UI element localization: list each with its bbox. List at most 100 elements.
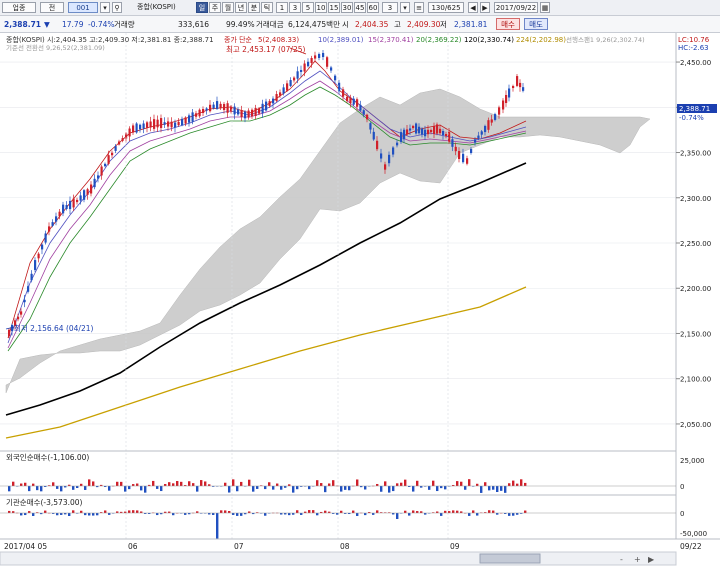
zoom-in-icon[interactable]: + [634,555,641,564]
minute-step-60[interactable]: 60 [367,2,379,13]
foreign-bar [468,479,471,486]
market-type-combo[interactable]: 업종 [2,2,36,13]
candle-body [181,118,184,126]
foreign-bar [428,486,431,490]
ohlc-legend: 종합(KOSPI) 시:2,404.35 고:2,409.30 저:2,381.… [6,35,214,44]
candle-body [424,129,427,137]
candle-body [303,63,306,72]
candle-body [512,85,515,89]
candle-body [369,123,372,130]
foreign-bar [12,481,15,486]
candle-body [409,128,412,131]
inst-bar [104,510,107,513]
candle-body [322,52,325,58]
inst-bar [240,513,243,516]
period-year-button[interactable]: 년 [235,2,247,13]
candle-body [314,55,317,59]
minute-step-custom[interactable]: 3 [382,2,398,13]
candle-body [160,118,163,128]
period-type-combo[interactable]: 전 [40,2,64,13]
period-minute-button[interactable]: 분 [248,2,260,13]
minute-step-1[interactable]: 1 [276,2,288,13]
candle-body [114,146,117,151]
options-icon[interactable]: ≡ [414,2,424,13]
candle-body [349,97,352,104]
foreign-bar [76,486,79,489]
minute-step-30[interactable]: 30 [341,2,353,13]
hc-indicator: HC:-2.63 [678,44,709,52]
count-display[interactable]: 130/625 [428,2,464,13]
chart-scroll-right-icon[interactable]: ▶ [648,555,655,564]
candle-body [261,103,264,114]
inst-bar [404,510,407,513]
foreign-bar [356,479,359,486]
calendar-icon[interactable]: ▦ [540,2,550,13]
candle-body [76,199,79,203]
buy-button[interactable]: 매수 [496,18,520,30]
inst-bar [364,513,367,516]
next-page-icon[interactable]: ▶ [480,2,490,13]
foreign-bar [200,480,203,486]
code-lookup-icon[interactable]: ⚲ [112,2,122,13]
foreign-bar [500,486,503,491]
inst-bar [212,513,215,515]
candle-body [392,147,395,155]
kospi-chart[interactable]: 2,450.002,400.002,350.002,300.002,250.00… [0,33,720,567]
foreign-bar [256,486,259,489]
candle-body [421,128,424,135]
foreign-bar [344,486,347,490]
chart-scrollbar[interactable] [0,551,677,566]
foreign-bar [192,483,195,486]
candle-body [128,128,131,137]
foreign-bar [460,481,463,486]
foreign-bar [508,483,511,486]
candle-body [403,129,406,140]
minute-step-5[interactable]: 5 [302,2,314,13]
ma120-legend: 120(2,330.74) [464,36,514,44]
period-month-button[interactable]: 월 [222,2,234,13]
foreign-bar [488,486,491,491]
date-input[interactable]: 2017/09/22 [494,2,538,13]
inst-bar [44,510,47,513]
period-tick-button[interactable]: 틱 [261,2,273,13]
period-week-button[interactable]: 주 [209,2,221,13]
zoom-out-icon[interactable]: - [620,555,623,564]
foreign-bar [80,483,83,486]
minute-step-10[interactable]: 10 [315,2,327,13]
ma10-legend: 10(2,389.01) [318,36,364,44]
foreign-bar [288,484,291,486]
code-search-icon[interactable]: ▾ [100,2,110,13]
candle-body [226,103,229,113]
candle-body [104,163,107,167]
candle-body [415,123,418,134]
candle-body [310,58,313,63]
minute-step-15[interactable]: 15 [328,2,340,13]
foreign-bar [348,486,351,491]
sell-button[interactable]: 매도 [524,18,548,30]
foreign-bar [92,481,95,486]
code-input[interactable]: 001 [68,2,98,13]
foreign-bar [172,483,175,486]
foreign-bar [52,482,55,486]
inst-bar [468,513,471,516]
foreign-axis-top: 25,000 [680,457,705,465]
minute-step-45[interactable]: 45 [354,2,366,13]
candle-body [51,222,54,226]
candle-body [300,69,303,73]
period-day-button[interactable]: 일 [196,2,208,13]
candle-body [433,125,436,135]
inst-bar [420,511,423,513]
candle-body [48,226,51,232]
minute-step-3[interactable]: 3 [289,2,301,13]
time-axis-label-aug: 08 [340,542,350,551]
scrollbar-thumb[interactable] [479,553,541,564]
prev-page-icon[interactable]: ◀ [468,2,478,13]
candle-body [275,94,278,101]
foreign-bar [152,480,155,486]
candle-body [41,244,44,250]
candle-body [505,94,508,104]
step-spinner-icon[interactable]: ▾ [400,2,410,13]
foreign-bar [176,481,179,486]
high-label: 고 [394,20,401,29]
candle-body [209,104,212,112]
